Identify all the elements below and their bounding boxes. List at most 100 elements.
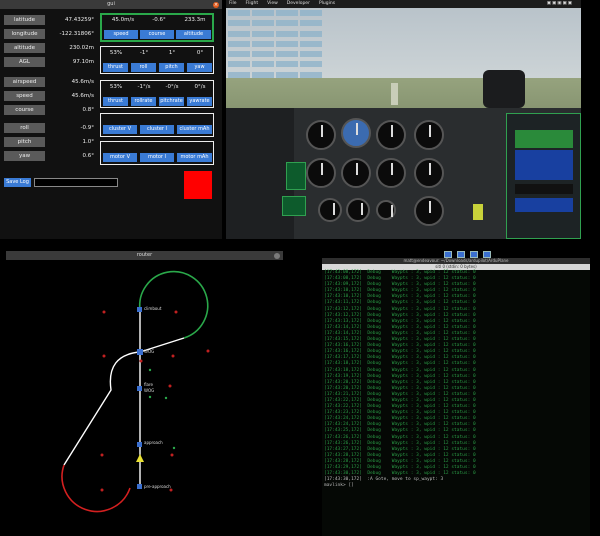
panel-left-side xyxy=(226,108,294,239)
sim-overlay-buttons xyxy=(228,10,330,80)
gui-window: gui × latitude 47.43259° longitude -122.… xyxy=(0,0,222,239)
router-title: router xyxy=(136,252,153,258)
value-airspeed: 45.6m/s xyxy=(71,79,94,85)
climbout-loop xyxy=(138,270,209,339)
altimeter-gauge xyxy=(376,120,406,150)
adf-gauge xyxy=(414,196,444,226)
vacuum-gauge xyxy=(376,200,396,220)
label-speed: speed xyxy=(4,91,45,101)
thrust-setpoint: 53% xyxy=(109,50,123,56)
cluster-i-button[interactable]: cluster I xyxy=(140,125,174,134)
rollrate-setpoint: -1°/s xyxy=(137,84,151,90)
status-indicator xyxy=(184,171,212,199)
fuel-gauge xyxy=(318,198,342,222)
menu-file[interactable]: File xyxy=(229,1,237,6)
setpoint-group-nav: 45.0m/s -0.6° 233.3m speed course altitu… xyxy=(100,13,214,42)
value-speed: 45.6m/s xyxy=(71,93,94,99)
label-wog: WOG xyxy=(144,349,154,354)
setpoint-group-attitude: 53% -1° 1° 0° thrust roll pitch yaw xyxy=(100,46,214,74)
menu-developer[interactable]: Developer xyxy=(287,1,310,6)
close-icon[interactable] xyxy=(274,252,280,259)
motor-v-button[interactable]: motor V xyxy=(103,153,137,162)
menu-plugins[interactable]: Plugins xyxy=(319,1,335,6)
label-flare: flare xyxy=(144,382,154,387)
label-yaw: yaw xyxy=(4,151,45,161)
motor-group: motor V motor I motor mAh xyxy=(100,141,214,165)
transponder-display xyxy=(515,184,573,194)
gui-title: gui xyxy=(107,1,115,7)
fuel-selector[interactable] xyxy=(473,204,483,220)
motor-i-button[interactable]: motor I xyxy=(140,153,174,162)
motor-mah-button[interactable]: motor mAh xyxy=(177,153,212,162)
rpm-gauge xyxy=(414,120,444,150)
sim-menubar: File Flight View Developer Plugins ▣▣▣▣▣ xyxy=(226,0,581,8)
runway xyxy=(391,83,398,105)
gps-display xyxy=(515,150,573,180)
cluster-mah-button[interactable]: cluster mAh xyxy=(177,125,212,134)
pitchrate-button[interactable]: pitchrate xyxy=(159,97,184,106)
label-approach: approach xyxy=(144,440,163,445)
close-icon[interactable]: × xyxy=(213,1,219,8)
speed-button[interactable]: speed xyxy=(104,30,138,39)
value-altitude: 230.02m xyxy=(69,45,94,51)
value-roll: -0.9° xyxy=(80,125,94,131)
aircraft-marker xyxy=(136,454,144,462)
altitude-button[interactable]: altitude xyxy=(176,30,211,39)
label-roll: roll xyxy=(4,123,45,133)
yawrate-button[interactable]: yawrate xyxy=(187,97,212,106)
tray-app-icon[interactable] xyxy=(457,251,465,258)
value-longitude: -122.31806° xyxy=(59,31,94,37)
approach-loop xyxy=(61,464,131,513)
pitch-setpoint: 1° xyxy=(168,50,176,56)
menu-flight[interactable]: Flight xyxy=(246,1,259,6)
log-filename-input[interactable] xyxy=(34,178,118,187)
save-log-button[interactable]: Save Log xyxy=(4,178,31,187)
value-course: 0.8° xyxy=(82,107,95,113)
value-latitude: 47.43259° xyxy=(65,17,94,23)
altitude-setpoint: 233.3m xyxy=(184,17,206,23)
turn-coordinator-gauge xyxy=(306,158,336,188)
cluster-group: cluster V cluster I cluster mAh xyxy=(100,113,214,137)
thrust-rate-button[interactable]: thrust xyxy=(103,97,128,106)
yawrate-setpoint: 0°/s xyxy=(194,84,206,90)
vertical-speed-gauge xyxy=(376,158,406,188)
flight-sim-window: File Flight View Developer Plugins ▣▣▣▣▣ xyxy=(226,0,581,239)
waypoint-climbout xyxy=(137,307,142,312)
radio-display xyxy=(515,130,573,148)
yaw-setpoint: 0° xyxy=(196,50,204,56)
label-agl: AGL xyxy=(4,57,45,67)
value-agl: 97.10m xyxy=(72,59,94,65)
label-climbout: climbout xyxy=(144,306,162,311)
roll-setpoint: -1° xyxy=(139,50,149,56)
system-tray xyxy=(444,251,491,258)
waypoint-approach xyxy=(137,442,142,447)
rollrate-button[interactable]: rollrate xyxy=(131,97,156,106)
waypoint-pre-approach xyxy=(137,484,142,489)
airspeed-gauge xyxy=(306,120,336,150)
terminal-output: [17:43:08,172] Debug Waypts : 3, wpid : … xyxy=(322,270,590,477)
pitch-button[interactable]: pitch xyxy=(159,63,184,72)
terminal-window: matt@endeavour: ~/Downloads/ardupilot/Ar… xyxy=(322,258,590,536)
thrust-rate-setpoint: 53% xyxy=(109,84,123,90)
roll-button[interactable]: roll xyxy=(131,63,156,72)
router-titlebar: router xyxy=(6,251,283,260)
vor-gauge xyxy=(414,158,444,188)
sim-status-icons: ▣▣▣▣▣ xyxy=(546,1,573,6)
menu-view[interactable]: View xyxy=(267,1,278,6)
tray-app-icon[interactable] xyxy=(483,251,491,258)
yaw-button[interactable]: yaw xyxy=(187,63,212,72)
terminal-prompt[interactable]: mavlink> [] xyxy=(322,483,590,489)
thrust-button[interactable]: thrust xyxy=(103,63,128,72)
value-pitch: 1.0° xyxy=(82,139,95,145)
course-button[interactable]: course xyxy=(140,30,174,39)
route-map[interactable]: climbout WOG flare WOG approach pre-appr… xyxy=(6,260,283,536)
cluster-v-button[interactable]: cluster V xyxy=(103,125,137,134)
waypoint-wog xyxy=(137,349,143,355)
tray-app-icon[interactable] xyxy=(444,251,452,258)
label-latitude: latitude xyxy=(4,15,45,25)
label-airspeed: airspeed xyxy=(4,77,45,87)
left-panel-gauges xyxy=(282,196,306,216)
tray-app-icon[interactable] xyxy=(470,251,478,258)
oil-gauge xyxy=(346,198,370,222)
label-pre-approach: pre-approach xyxy=(144,484,171,489)
